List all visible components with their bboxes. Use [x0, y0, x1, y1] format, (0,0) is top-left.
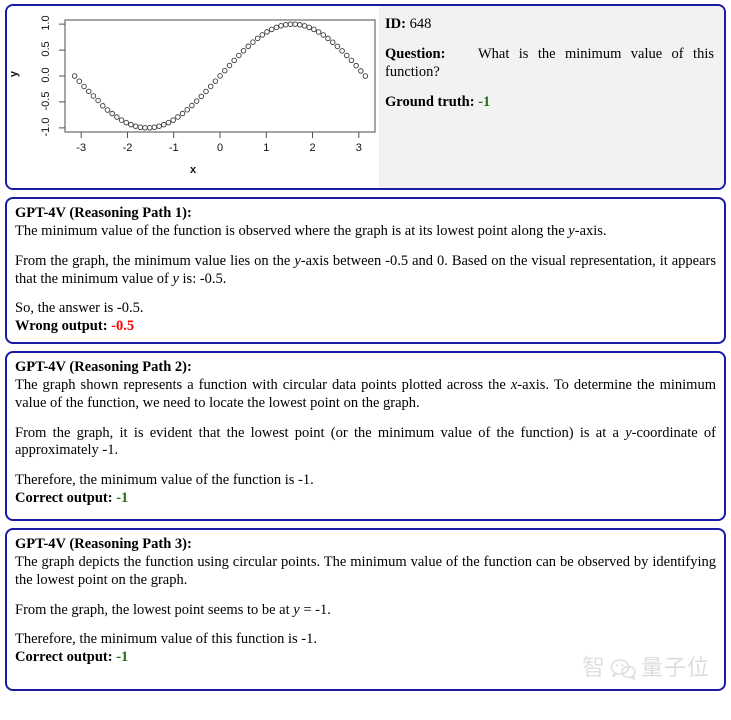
text-run: From the graph, the minimum value lies o…: [15, 253, 295, 270]
reasoning-path-2-title: GPT-4V (Reasoning Path 2):: [15, 359, 192, 375]
text-run: From the graph, it is evident that the l…: [15, 424, 626, 441]
x-tick-label: 2: [309, 142, 316, 154]
reasoning-path-3-para-1: The graph depicts the function using cir…: [15, 554, 716, 589]
ground-truth-value: -1: [478, 94, 491, 111]
y-axis-title: y: [8, 70, 21, 78]
example-id-line: ID: 648: [385, 15, 714, 33]
verdict-label: Wrong output:: [15, 318, 108, 335]
text-run: -axis.: [574, 223, 607, 240]
x-tick-label: -1: [168, 142, 179, 154]
reasoning-path-1-para-3: So, the answer is -0.5.: [15, 300, 144, 317]
reasoning-path-1-para-1: The minimum value of the function is obs…: [15, 223, 716, 241]
example-id-value: 648: [409, 16, 432, 32]
text-run: The minimum value of the function is obs…: [15, 223, 569, 240]
reasoning-path-2-para-2: From the graph, it is evident that the l…: [15, 425, 716, 460]
text-run: is: -0.5.: [178, 270, 227, 287]
reasoning-path-1-verdict: Wrong output: -0.5: [15, 318, 716, 336]
x-tick-label: 0: [216, 142, 224, 154]
x-tick-label: 3: [355, 142, 362, 154]
example-header-box: y x 1.0 0.5 0.0 -0.5 -1.0 -3 -2 -1 0 1 2 3 ID: 648…: [5, 4, 726, 190]
verdict-label: Correct output:: [15, 649, 113, 666]
x-tick-label: -3: [76, 142, 87, 154]
ground-truth-line: Ground truth: -1: [385, 93, 714, 111]
verdict-label: Correct output:: [15, 489, 113, 506]
sine-scatter-plot: [7, 6, 379, 188]
ground-truth-label: Ground truth:: [385, 94, 475, 111]
reasoning-path-2-para-3: Therefore, the minimum value of the func…: [15, 472, 314, 489]
page-root: y x 1.0 0.5 0.0 -0.5 -1.0 -3 -2 -1 0 1 2 3 ID: 648…: [0, 0, 731, 720]
text-run: The graph shown represents a function wi…: [15, 377, 511, 394]
question-block: Question: What is the minimum value of t…: [385, 45, 714, 81]
reasoning-path-3-title: GPT-4V (Reasoning Path 3):: [15, 536, 192, 552]
verdict-value: -1: [116, 489, 129, 506]
x-tick-label: 1: [263, 142, 270, 154]
question-label: Question:: [385, 46, 446, 63]
text-run: = -1.: [299, 601, 331, 618]
reasoning-path-1-box: GPT-4V (Reasoning Path 1): The minimum v…: [5, 197, 726, 344]
text-run: From the graph, the lowest point seems t…: [15, 601, 294, 618]
reasoning-path-3-para-2: From the graph, the lowest point seems t…: [15, 602, 716, 620]
reasoning-path-3-box: GPT-4V (Reasoning Path 3): The graph dep…: [5, 528, 726, 691]
reasoning-path-2-para-1: The graph shown represents a function wi…: [15, 377, 716, 412]
plot-svg: [59, 19, 376, 138]
y-tick-label: -1.0: [40, 117, 52, 137]
example-id-label: ID:: [385, 16, 406, 32]
reasoning-path-3-verdict: Correct output: -1: [15, 649, 716, 667]
metadata-pane: ID: 648 Question: What is the minimum va…: [379, 6, 724, 188]
verdict-value: -1: [116, 649, 129, 666]
figure-pane: y x 1.0 0.5 0.0 -0.5 -1.0 -3 -2 -1 0 1 2 3: [7, 6, 379, 188]
reasoning-path-1-title: GPT-4V (Reasoning Path 1):: [15, 205, 192, 221]
x-tick-label: -2: [122, 142, 133, 154]
x-axis-title: x: [189, 164, 197, 176]
reasoning-path-3-para-3: Therefore, the minimum value of this fun…: [15, 631, 318, 648]
reasoning-path-2-box: GPT-4V (Reasoning Path 2): The graph sho…: [5, 351, 726, 521]
verdict-value: -0.5: [111, 318, 135, 335]
reasoning-path-1-para-2: From the graph, the minimum value lies o…: [15, 253, 716, 288]
reasoning-path-2-verdict: Correct output: -1: [15, 490, 716, 508]
text-run: The graph depicts the function using cir…: [15, 554, 716, 589]
